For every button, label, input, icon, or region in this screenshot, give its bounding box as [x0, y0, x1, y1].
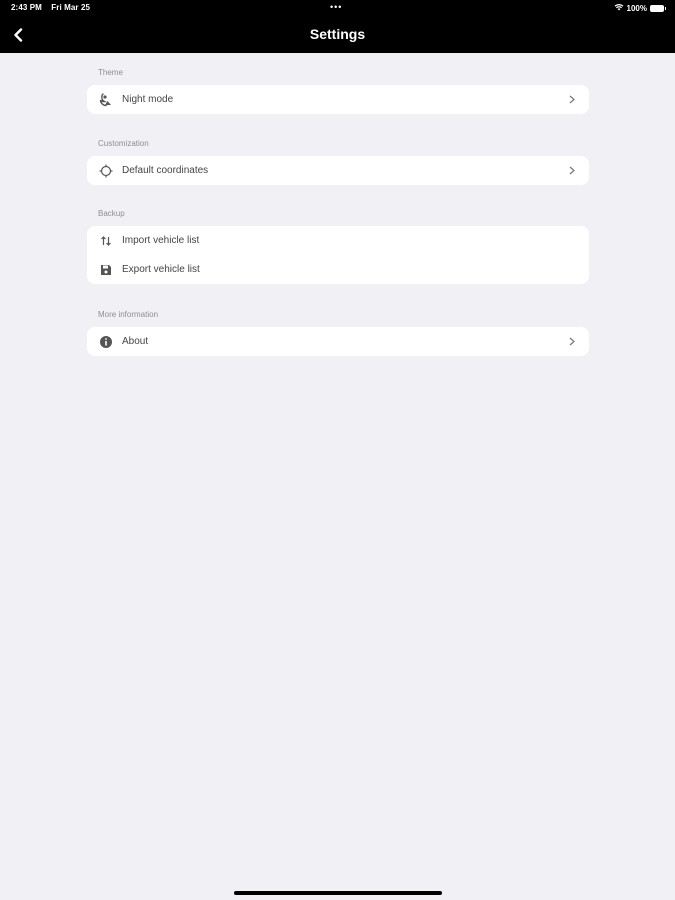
night-mode-row[interactable]: Night mode — [87, 85, 589, 114]
group-more-information: About — [87, 327, 589, 356]
section-backup: Backup Import vehicle list Export vehicl… — [87, 208, 589, 284]
section-header-more-information: More information — [98, 310, 159, 319]
status-date: Fri Mar 25 — [51, 3, 91, 12]
about-row[interactable]: About — [87, 327, 589, 356]
multitasking-dots[interactable]: ••• — [330, 3, 342, 12]
night-mode-icon — [98, 92, 114, 108]
wifi-icon — [614, 3, 624, 13]
import-vehicle-list-row[interactable]: Import vehicle list — [87, 226, 589, 255]
chevron-right-icon — [567, 95, 577, 105]
battery-percent: 100% — [626, 3, 647, 13]
status-time: 2:43 PM — [11, 3, 42, 12]
battery-icon — [650, 4, 666, 12]
group-theme: Night mode — [87, 85, 589, 114]
night-mode-label: Night mode — [122, 94, 174, 105]
info-icon — [98, 334, 114, 350]
crosshair-icon — [98, 163, 114, 179]
default-coordinates-row[interactable]: Default coordinates — [87, 156, 589, 185]
status-bar-right: 100% — [614, 3, 666, 13]
top-bar: 2:43 PM Fri Mar 25 ••• 100% Settings — [0, 0, 675, 53]
section-header-theme: Theme — [98, 68, 123, 77]
default-coordinates-label: Default coordinates — [122, 165, 209, 176]
export-vehicle-list-label: Export vehicle list — [122, 264, 200, 275]
export-vehicle-list-row[interactable]: Export vehicle list — [87, 255, 589, 284]
group-backup: Import vehicle list Export vehicle list — [87, 226, 589, 284]
about-label: About — [122, 336, 149, 347]
status-bar-left: 2:43 PM Fri Mar 25 — [11, 3, 97, 12]
section-header-backup: Backup — [98, 209, 125, 218]
section-header-customization: Customization — [98, 139, 149, 148]
import-arrows-icon — [98, 233, 114, 249]
import-vehicle-list-label: Import vehicle list — [122, 235, 200, 246]
floppy-disk-icon — [98, 262, 114, 278]
group-customization: Default coordinates — [87, 156, 589, 185]
chevron-right-icon — [567, 337, 577, 347]
section-more-information: More information About — [87, 309, 589, 356]
section-customization: Customization Default coordinates — [87, 138, 589, 185]
page-title: Settings — [309, 26, 366, 42]
home-indicator[interactable] — [234, 891, 442, 895]
settings-list: Theme Night mode Customization Default c… — [87, 53, 589, 356]
chevron-right-icon — [567, 166, 577, 176]
section-theme: Theme Night mode — [87, 67, 589, 114]
